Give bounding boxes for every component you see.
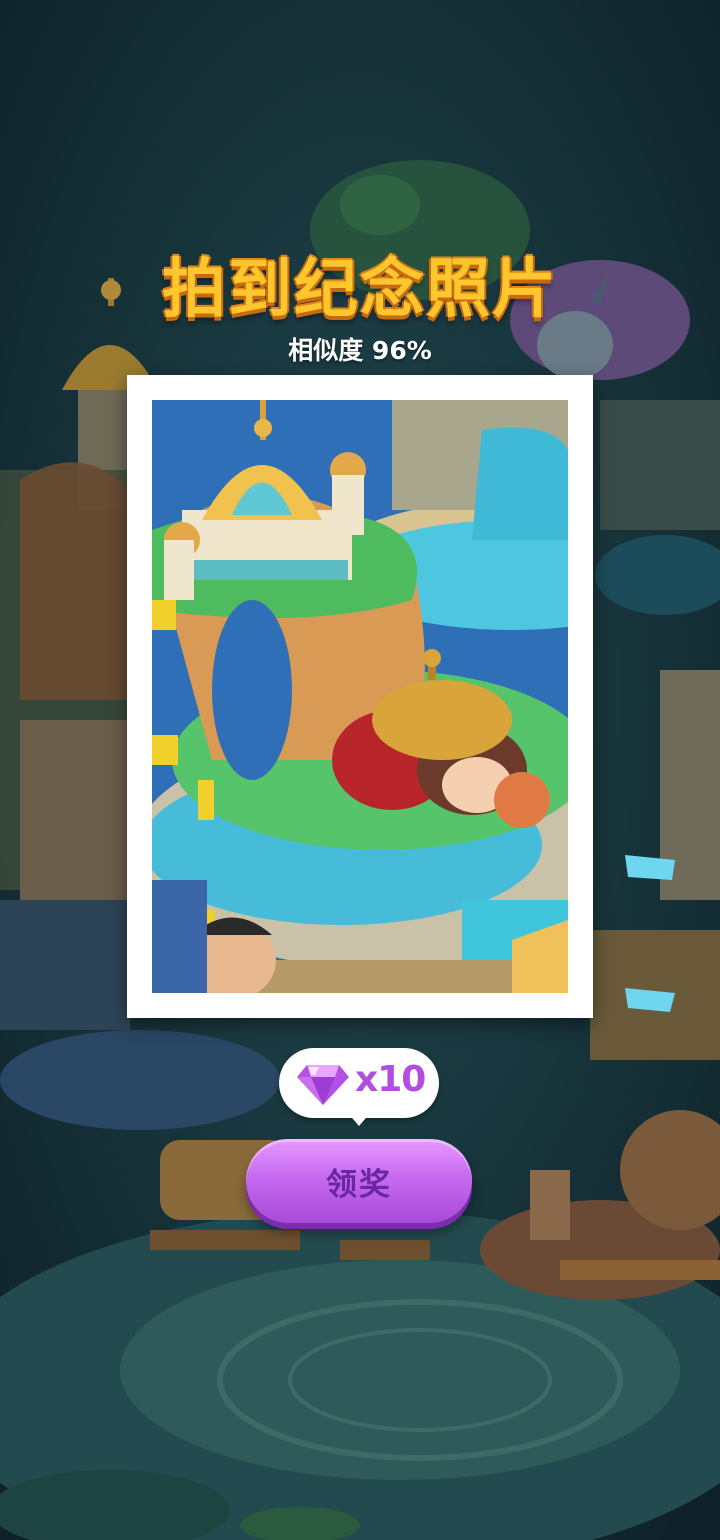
souvenir-photo-frame [127,375,593,1018]
claim-button-label: 领奖 [326,1166,392,1203]
page-title: 拍到纪念照片 [162,253,558,327]
reward-bubble: x10 [279,1048,439,1126]
reward-quantity: x10 [355,1059,426,1100]
purple-gem-icon [297,1065,349,1105]
claim-reward-button[interactable]: 领奖 [246,1139,472,1223]
souvenir-photo [152,400,568,993]
similarity-score: 相似度 96% [288,336,432,365]
bubble-tail [347,1112,371,1126]
